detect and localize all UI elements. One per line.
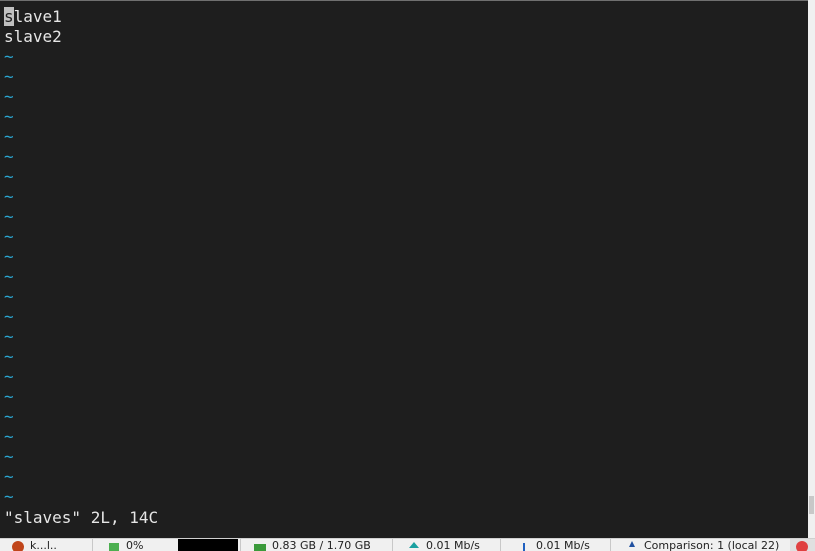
status-message: "slaves" 2L, 14C: [4, 508, 159, 527]
upload-rate-label: 0.01 Mb/s: [426, 539, 480, 551]
memory-icon: [254, 544, 266, 551]
pin-icon: [629, 541, 635, 547]
tilde-marker: ~: [4, 427, 14, 446]
tilde-marker: ~: [4, 87, 14, 106]
taskbar-separator: [240, 539, 241, 551]
text-cursor: s: [4, 7, 14, 26]
taskbar-item-app-label: k...l..: [30, 539, 57, 551]
taskbar-separator: [92, 539, 93, 551]
tilde-marker: ~: [4, 127, 14, 146]
taskbar-item-download[interactable]: 0.01 Mb/s: [518, 539, 590, 551]
tilde-marker: ~: [4, 327, 14, 346]
taskbar-separator: [610, 539, 611, 551]
taskbar-separator: [500, 539, 501, 551]
tilde-marker: ~: [4, 467, 14, 486]
tilde-marker: ~: [4, 447, 14, 466]
taskbar-item-memory[interactable]: 0.83 GB / 1.70 GB: [254, 539, 371, 551]
notification-icon: [796, 541, 808, 551]
terminal-window[interactable]: slave1 slave2 ~ ~ ~ ~ ~ ~ ~ ~ ~ ~ ~ ~ ~ ~ ~ ~ ~ ~ ~ ~ ~ ~ ~ "s…: [0, 0, 808, 538]
tilde-marker: ~: [4, 47, 14, 66]
tilde-marker: ~: [4, 187, 14, 206]
taskbar-separator: [392, 539, 393, 551]
taskbar-item-upload[interactable]: 0.01 Mb/s: [408, 539, 480, 551]
cpu-usage-label: 0%: [126, 539, 144, 551]
tilde-marker: ~: [4, 267, 14, 286]
taskbar-tray[interactable]: [790, 539, 815, 551]
window-top-border: [0, 0, 808, 1]
tilde-marker: ~: [4, 367, 14, 386]
buffer-line-2[interactable]: slave2: [4, 27, 62, 47]
cpu-graph: [178, 539, 238, 551]
scrollbar-thumb[interactable]: [809, 496, 814, 514]
tilde-marker: ~: [4, 287, 14, 306]
tilde-marker: ~: [4, 67, 14, 86]
vertical-scrollbar[interactable]: [808, 0, 815, 538]
memory-usage-label: 0.83 GB / 1.70 GB: [272, 539, 371, 551]
comparison-label: Comparison: 1 (local 22): [644, 539, 780, 551]
tilde-marker: ~: [4, 167, 14, 186]
tilde-marker: ~: [4, 307, 14, 326]
tilde-marker: ~: [4, 487, 14, 506]
tilde-marker: ~: [4, 227, 14, 246]
tilde-marker: ~: [4, 347, 14, 366]
cpu-icon: [109, 543, 119, 551]
buffer-line-1-text: lave1: [13, 7, 62, 26]
taskbar: k...l.. 0% 0.83 GB / 1.70 GB 0.01 Mb/s 0…: [0, 538, 815, 551]
taskbar-item-comparison[interactable]: Comparison: 1 (local 22): [626, 539, 786, 551]
app-icon: [12, 541, 24, 551]
tilde-marker: ~: [4, 407, 14, 426]
buffer-line-1[interactable]: slave1: [4, 7, 62, 27]
tilde-marker: ~: [4, 107, 14, 126]
download-icon: [523, 543, 525, 551]
tilde-marker: ~: [4, 387, 14, 406]
upload-icon: [409, 542, 419, 548]
tilde-marker: ~: [4, 207, 14, 226]
download-rate-label: 0.01 Mb/s: [536, 539, 590, 551]
taskbar-item-cpu[interactable]: 0%: [108, 539, 143, 551]
tilde-marker: ~: [4, 247, 14, 266]
tilde-marker: ~: [4, 147, 14, 166]
taskbar-item-app[interactable]: k...l..: [12, 539, 57, 551]
